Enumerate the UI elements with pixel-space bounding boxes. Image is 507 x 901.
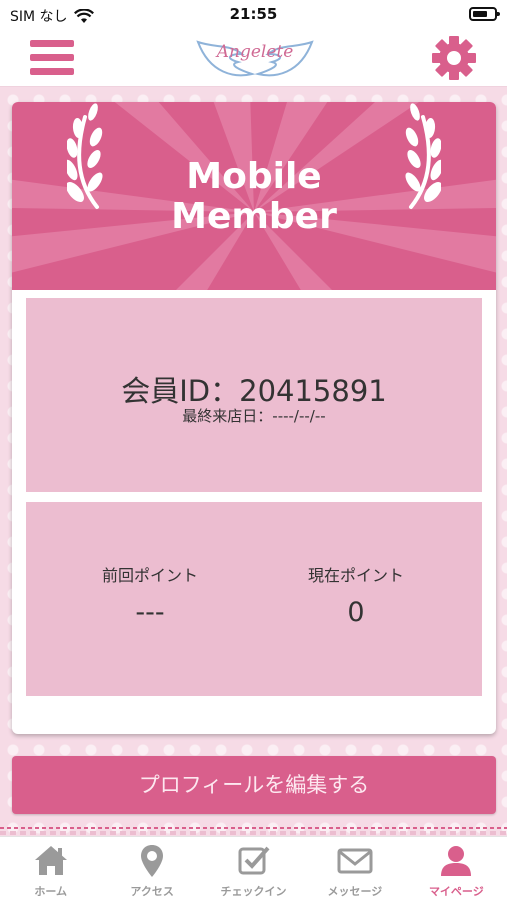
current-points-label: 現在ポイント	[307, 566, 404, 585]
current-points-value: 0	[347, 597, 365, 628]
lace-divider	[0, 827, 507, 835]
member-banner: Mobile Member	[12, 102, 496, 290]
points-panel: 前回ポイント --- 現在ポイント 0	[26, 502, 482, 696]
tab-message[interactable]: メッセージ	[304, 837, 405, 901]
checkbox-icon	[238, 846, 270, 875]
tab-message-label: メッセージ	[327, 885, 383, 898]
user-icon	[441, 846, 472, 876]
envelope-icon	[337, 848, 373, 874]
tab-mypage-label: マイページ	[428, 885, 484, 898]
tab-bar: ホーム アクセス チェックイン メッセージ マイページ	[0, 836, 507, 901]
previous-points-value: ---	[135, 597, 165, 628]
edit-profile-button[interactable]: プロフィールを編集する	[12, 756, 496, 814]
logo-text: Angelete	[216, 42, 294, 62]
previous-points-label: 前回ポイント	[101, 566, 198, 585]
banner-title-line1: Mobile	[186, 156, 322, 197]
last-visit-date: 最終来店日：----/--/--	[182, 407, 326, 425]
battery-icon	[469, 7, 500, 21]
tab-checkin[interactable]: チェックイン	[203, 837, 304, 901]
tab-access[interactable]: アクセス	[101, 837, 202, 901]
tab-home-label: ホーム	[34, 885, 68, 898]
app-logo: Angelete	[190, 34, 320, 82]
banner-title: Mobile Member	[12, 157, 496, 237]
hamburger-icon[interactable]	[30, 40, 74, 76]
status-bar: SIM なし 21:55	[0, 0, 507, 30]
tab-mypage[interactable]: マイページ	[406, 837, 507, 901]
tab-home[interactable]: ホーム	[0, 837, 101, 901]
clock: 21:55	[229, 5, 278, 23]
app-header: Angelete	[0, 30, 507, 87]
member-info-panel: 会員ID：20415891 最終来店日：----/--/--	[26, 298, 482, 492]
home-icon	[34, 846, 67, 875]
map-pin-icon	[141, 845, 164, 877]
tab-access-label: アクセス	[130, 885, 174, 898]
member-id: 会員ID：20415891	[121, 374, 387, 408]
tab-checkin-label: チェックイン	[220, 885, 287, 898]
banner-title-line2: Member	[171, 196, 337, 237]
gear-icon[interactable]	[430, 34, 478, 82]
member-card: Mobile Member 会員ID：20415891 最終来店日：----/-…	[12, 102, 496, 734]
